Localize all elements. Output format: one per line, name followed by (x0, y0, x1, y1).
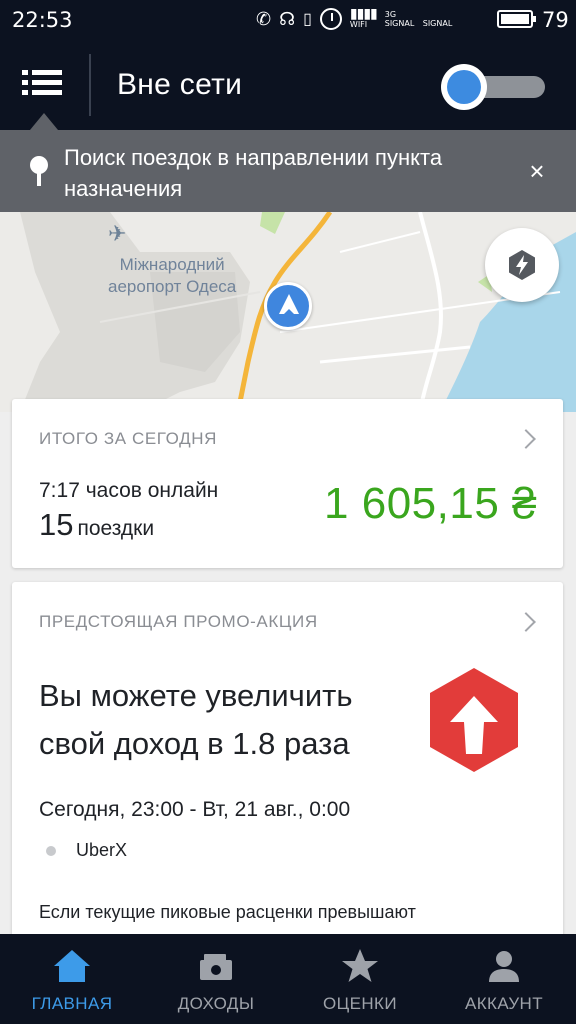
trips-number: 15 (39, 507, 74, 542)
nav-earnings[interactable]: ДОХОДЫ (144, 934, 288, 1024)
menu-pointer (30, 113, 58, 130)
banner-text: Поиск поездок в направлении пункта назна… (64, 145, 443, 201)
signal-icon-1: 3G SIGNAL (384, 10, 415, 28)
airport-icon: ✈ (108, 221, 127, 246)
nav-account-label: АККАУНТ (465, 994, 543, 1013)
promo-card-header: ПРЕДСТОЯЩАЯ ПРОМО-АКЦИЯ (39, 612, 318, 631)
hours-online: 7:17 часов онлайн (39, 479, 219, 502)
nav-ratings[interactable]: ОЦЕНКИ (288, 934, 432, 1024)
signal-icon-2: SIGNAL (422, 19, 453, 28)
menu-icon[interactable] (22, 70, 66, 100)
today-summary-card[interactable]: ИТОГО ЗА СЕГОДНЯ 7:17 часов онлайн 15 пое… (12, 399, 563, 568)
surge-arrow-icon (430, 668, 518, 772)
alarm-icon (319, 8, 342, 30)
person-icon (489, 951, 519, 982)
promo-date-range: Сегодня, 23:00 - Вт, 21 авг., 0:00 (39, 798, 351, 821)
trips-label: поездки (77, 517, 155, 540)
nav-home[interactable]: ГЛАВНАЯ (0, 934, 144, 1024)
trips-count: 15 поездки (39, 507, 154, 543)
nav-ratings-label: ОЦЕНКИ (323, 994, 397, 1013)
status-time: 22:53 (12, 8, 73, 32)
wifi-icon: ▮▮▮▮ WIFI (349, 5, 378, 29)
app-bar-divider (89, 54, 91, 116)
location-pin-icon (30, 156, 48, 186)
map-view[interactable]: ✈ Міжнародний аеропорт Одеса (0, 212, 576, 412)
map-place-label: Міжнародний аеропорт Одеса (108, 255, 237, 296)
status-icons: ✆ ☊ ▯ ▮▮▮▮ WIFI 3G SIGNAL SIGNAL (256, 5, 453, 30)
chevron-right-icon (516, 612, 536, 632)
battery-level: 79 (542, 8, 569, 32)
today-earnings: 1 605,15 ₴ (324, 479, 537, 528)
promo-card[interactable]: ПРЕДСТОЯЩАЯ ПРОМО-АКЦИЯ Вы можете увелич… (12, 582, 563, 962)
nav-account[interactable]: АККАУНТ (432, 934, 576, 1024)
today-card-header: ИТОГО ЗА СЕГОДНЯ (39, 429, 217, 448)
online-toggle[interactable] (441, 64, 547, 110)
wallet-icon (200, 954, 232, 980)
destination-filter-banner[interactable]: Поиск поездок в направлении пункта назна… (0, 130, 576, 212)
promo-title: Вы можете увеличить свой доход в 1.8 раз… (39, 678, 353, 761)
star-icon (342, 949, 378, 982)
nav-home-label: ГЛАВНАЯ (31, 994, 113, 1013)
promo-description: Если текущие пиковые расценки превышают (39, 902, 416, 922)
close-icon[interactable]: × (522, 156, 552, 186)
surge-icon (509, 250, 535, 280)
bottom-navigation: ГЛАВНАЯ ДОХОДЫ ОЦЕНКИ АККАУНТ (0, 934, 576, 1024)
vibrate-icon: ▯ (303, 11, 312, 28)
current-location-marker (264, 282, 312, 330)
promo-product: UberX (76, 840, 128, 860)
product-dot (46, 846, 56, 856)
chevron-right-icon (516, 429, 536, 449)
surge-button[interactable] (485, 228, 559, 302)
app-bar: Вне сети (0, 40, 576, 130)
battery-icon (497, 10, 536, 28)
headphones-icon: ☊ (279, 8, 296, 29)
driver-status-title: Вне сети (117, 68, 243, 101)
nav-earnings-label: ДОХОДЫ (177, 994, 255, 1013)
toggle-knob (441, 64, 487, 110)
home-icon (54, 950, 90, 982)
status-bar: 22:53 ✆ ☊ ▯ ▮▮▮▮ WIFI 3G SIGNAL SIGNAL 79 (0, 0, 576, 40)
satellite-icon: ✆ (256, 8, 272, 29)
